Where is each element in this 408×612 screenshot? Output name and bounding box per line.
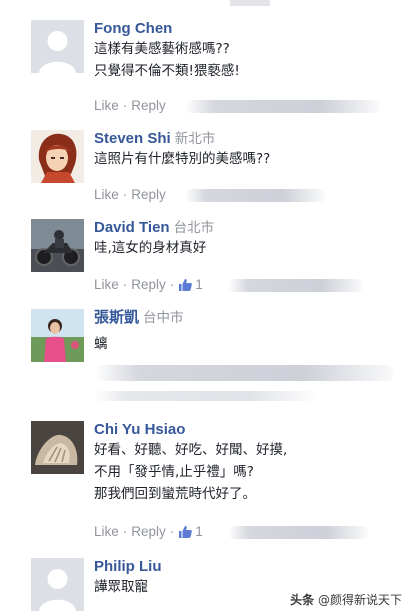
comment-item: David Tien 台北市 哇,這女的身材真好 Like · Reply · 1 [0,219,408,299]
commenter-name[interactable]: 張斯凱 [94,309,139,326]
separator: · [122,524,128,539]
commenter-name[interactable]: David Tien [94,219,170,236]
separator: · [122,98,128,113]
comment-item: Steven Shi 新北市 這照片有什麼特別的美感嗎?? Like · Reply [0,130,408,210]
like-count-value: 1 [195,277,203,292]
avatar[interactable] [31,130,84,183]
comment-item: 張斯凱 台中市 螭 [0,309,408,404]
motorcycle-photo-avatar-icon [31,219,84,272]
default-avatar-icon [31,558,84,611]
like-link[interactable]: Like [94,187,119,202]
comment-item: Fong Chen 這樣有美感藝術感嗎?? 只覺得不倫不類!猥褻感! Like ·… [0,20,408,120]
redacted-metadata [228,279,363,292]
separator: · [169,524,175,539]
source-watermark: 头条 @颜得新说天下 [290,591,402,608]
avatar[interactable] [31,20,84,73]
redacted-text [94,365,394,381]
avatar[interactable] [31,309,84,362]
comment-text: 這照片有什麼特別的美感嗎?? [94,151,271,167]
comment-text: 哇,這女的身材真好 [94,240,207,256]
comment-item: Chi Yu Hsiao 好看、好聽、好吃、好聞、好摸, 不用「發乎情,止乎禮」… [0,421,408,551]
like-link[interactable]: Like [94,98,119,113]
comment-text: 只覺得不倫不類!猥褻感! [94,63,240,79]
redacted-metadata [228,526,368,539]
like-count[interactable]: 1 [178,277,203,292]
redacted-metadata [185,100,380,113]
watermark-handle: @颜得新说天下 [317,593,402,607]
comment-text: 好看、好聽、好吃、好聞、好摸, [94,442,288,458]
reply-link[interactable]: Reply [131,524,166,539]
separator: · [122,187,128,202]
like-count[interactable]: 1 [178,524,203,539]
reply-link[interactable]: Reply [131,187,166,202]
comment-text: 那我們回到蠻荒時代好了。 [94,486,256,502]
avatar[interactable] [31,558,84,611]
thumbs-up-icon [179,279,193,291]
separator: · [169,277,175,292]
avatar[interactable] [31,219,84,272]
reply-link[interactable]: Reply [131,277,166,292]
like-link[interactable]: Like [94,277,119,292]
reply-link[interactable]: Reply [131,98,166,113]
comment-text: 不用「發乎情,止乎禮」嗎? [94,464,254,480]
default-avatar-icon [31,20,84,73]
seashell-photo-avatar-icon [31,421,84,474]
commenter-name[interactable]: Steven Shi [94,130,171,147]
commenter-name[interactable]: Chi Yu Hsiao [94,421,185,438]
comment-text: 螭 [94,336,108,352]
cropped-edge [230,0,270,6]
commenter-name[interactable]: Fong Chen [94,20,172,37]
thumbs-up-icon [179,526,193,538]
comment-text: 這樣有美感藝術感嗎?? [94,41,230,57]
commenter-name[interactable]: Philip Liu [94,558,162,575]
anime-character-avatar-icon [31,130,84,183]
avatar[interactable] [31,421,84,474]
commenter-location: 新北市 [174,131,216,147]
like-link[interactable]: Like [94,524,119,539]
commenter-location: 台中市 [143,310,184,326]
person-photo-avatar-icon [31,309,84,362]
separator: · [122,277,128,292]
watermark-prefix: 头条 [290,593,315,607]
redacted-metadata [94,391,314,401]
commenter-location: 台北市 [173,220,215,236]
redacted-metadata [185,189,325,202]
like-count-value: 1 [195,524,203,539]
